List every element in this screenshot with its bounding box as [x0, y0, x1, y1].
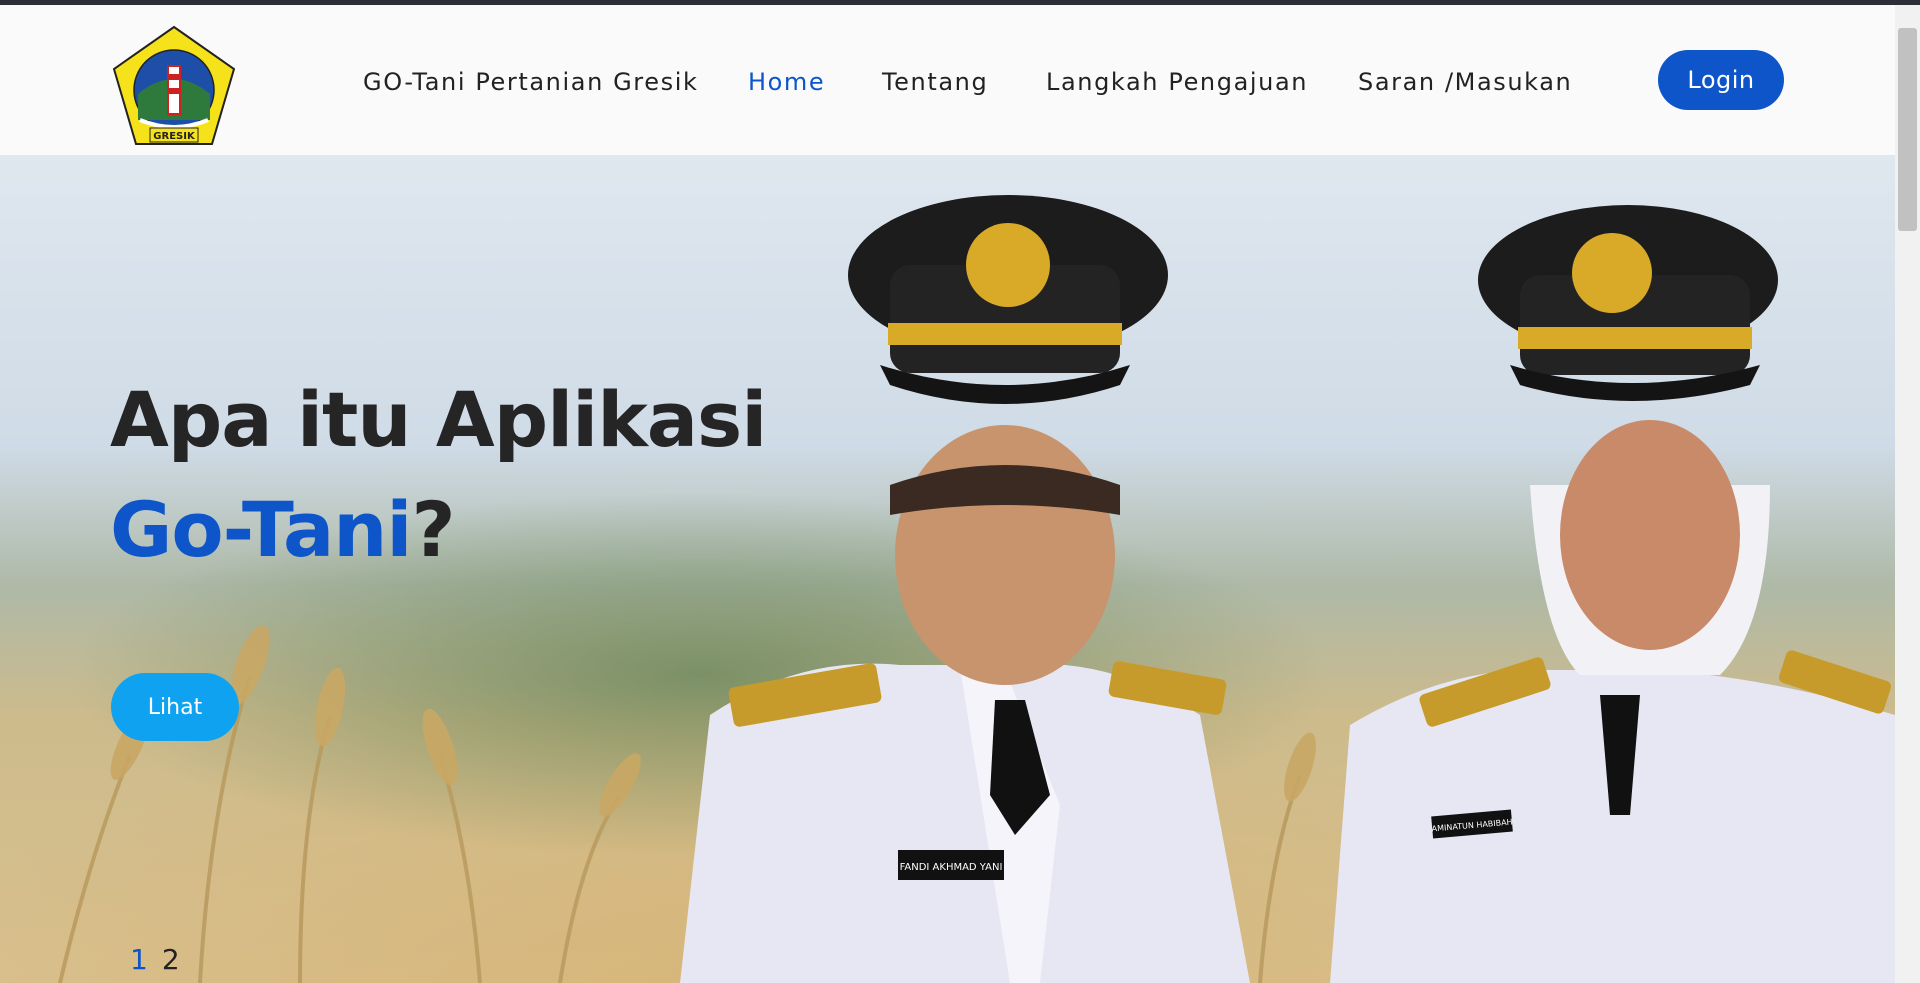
hero-title-end: ? — [411, 485, 455, 574]
hero-title-text: Apa itu Aplikasi — [110, 375, 767, 464]
hero-title: Apa itu Aplikasi Go-Tani? — [110, 365, 830, 585]
login-button[interactable]: Login — [1658, 50, 1784, 110]
official-right-figure: AMINATUN HABIBAH — [1330, 205, 1895, 983]
site-header: GRESIK GO-Tani Pertanian Gresik Home Ten… — [0, 5, 1895, 156]
hero-banner: FANDI AKHMAD YANI AMINATUN HABIBAH Apa i… — [0, 155, 1895, 983]
nav-langkah-pengajuan[interactable]: Langkah Pengajuan — [1046, 68, 1308, 96]
nameplate-left: FANDI AKHMAD YANI — [900, 862, 1003, 873]
nav-tentang[interactable]: Tentang — [882, 68, 988, 96]
slider-pager: 12 — [130, 943, 194, 976]
nav-saran-masukan[interactable]: Saran /Masukan — [1358, 68, 1572, 96]
slide-1-dot[interactable]: 1 — [130, 943, 148, 976]
hero-title-accent: Go-Tani — [110, 485, 412, 574]
slide-2-dot[interactable]: 2 — [162, 943, 180, 976]
nav-home[interactable]: Home — [748, 68, 825, 96]
nav-go-tani[interactable]: GO-Tani Pertanian Gresik — [363, 68, 698, 96]
lihat-button[interactable]: Lihat — [111, 673, 239, 741]
scrollbar-thumb[interactable] — [1898, 28, 1917, 231]
logo-text: GRESIK — [153, 131, 196, 142]
gresik-logo[interactable]: GRESIK — [110, 24, 238, 148]
official-left-figure: FANDI AKHMAD YANI — [680, 195, 1250, 983]
